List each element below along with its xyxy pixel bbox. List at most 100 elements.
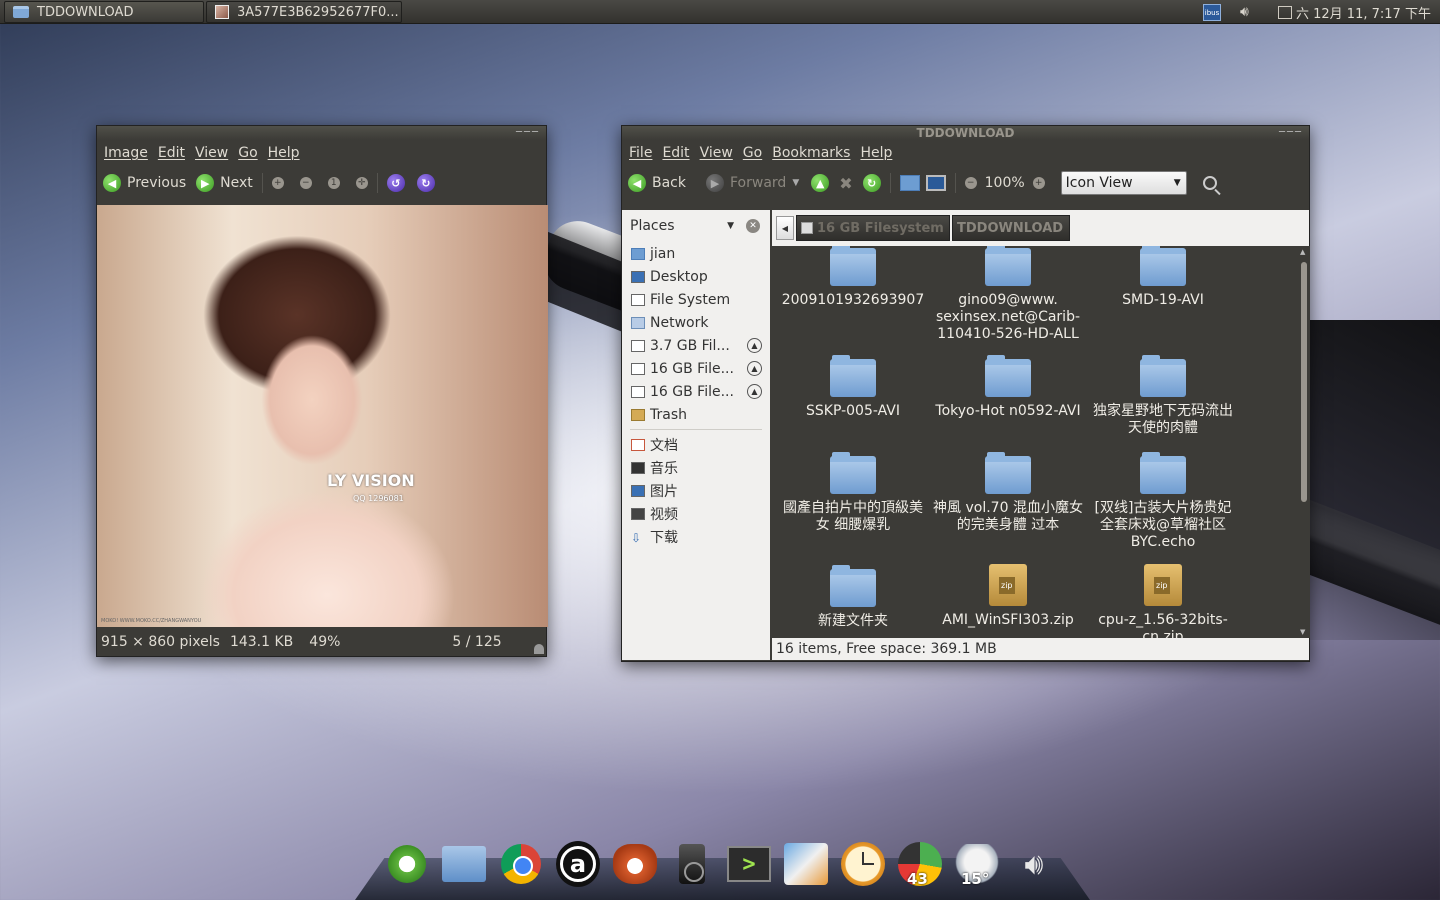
- dock-launcher-weather[interactable]: 15°: [955, 840, 999, 888]
- dock-launcher-clock[interactable]: [841, 840, 885, 888]
- menu-view[interactable]: View: [195, 145, 228, 161]
- dock-launcher-volume[interactable]: 🔊︎: [1012, 840, 1056, 888]
- menu-help[interactable]: Help: [860, 145, 892, 161]
- view-mode-select[interactable]: Icon View: [1060, 171, 1187, 195]
- zoom-out-icon[interactable]: −: [964, 177, 977, 189]
- menu-go[interactable]: Go: [743, 145, 762, 161]
- ibus-indicator[interactable]: ibus: [1203, 0, 1223, 24]
- zoom-normal-icon[interactable]: 1: [327, 177, 340, 189]
- back-button[interactable]: Back: [652, 175, 686, 191]
- titlebar[interactable]: ───: [97, 126, 546, 140]
- up-arrow-icon[interactable]: ▲: [811, 174, 830, 192]
- search-icon[interactable]: [1202, 176, 1217, 190]
- next-button[interactable]: Next: [220, 175, 253, 191]
- dock-launcher-a[interactable]: a: [556, 840, 600, 888]
- dock-launcher-speaker[interactable]: [670, 840, 714, 888]
- close-icon[interactable]: ✕: [746, 219, 760, 233]
- stop-icon[interactable]: ✖: [839, 174, 852, 193]
- computer-icon[interactable]: [925, 175, 946, 191]
- folder-item[interactable]: 國產自拍片中的頂級美女 细腰爆乳: [778, 452, 928, 534]
- folder-item[interactable]: SMD-19-AVI: [1088, 246, 1238, 309]
- menu-go[interactable]: Go: [238, 145, 257, 161]
- taskbar-item-file-manager[interactable]: TDDOWNLOAD: [4, 1, 204, 23]
- titlebar[interactable]: TDDOWNLOAD ───: [622, 126, 1309, 140]
- sidebar-item-desktop[interactable]: Desktop: [622, 265, 770, 288]
- menu-bookmarks[interactable]: Bookmarks: [772, 145, 850, 161]
- folder-item[interactable]: 神風 vol.70 混血小魔女的完美身體 过本: [933, 452, 1083, 534]
- image-filesize: 143.1 KB: [229, 634, 294, 650]
- dock-launcher-home[interactable]: [442, 840, 486, 888]
- dock-launcher-ubuntu-one[interactable]: [385, 840, 429, 888]
- image-viewer-window: ─── Image Edit View Go Help ◀ Previous ▶…: [96, 125, 548, 657]
- back-arrow-icon[interactable]: ◀: [628, 174, 646, 192]
- eject-icon[interactable]: ▲: [747, 338, 762, 353]
- zoom-fit-icon[interactable]: ✛: [355, 177, 368, 189]
- sidebar-item-downloads[interactable]: ⇩ 下载: [622, 525, 770, 548]
- folder-item[interactable]: [双线]古装大片杨贵妃全套床戏@草榴社区BYC.echo: [1088, 452, 1238, 551]
- menu-file[interactable]: File: [629, 145, 652, 161]
- window-controls[interactable]: ───: [1279, 126, 1303, 140]
- next-arrow-icon[interactable]: ▶: [196, 174, 215, 192]
- path-scroll-left-button[interactable]: ◀: [776, 216, 794, 240]
- dock-launcher-firefox[interactable]: [613, 840, 657, 888]
- sidebar-title[interactable]: Places: [630, 218, 675, 234]
- sidebar-item-home[interactable]: jian: [622, 242, 770, 265]
- folder-item[interactable]: 2009101932693907: [778, 246, 928, 309]
- path-button-filesystem[interactable]: 16 GB Filesystem: [796, 215, 950, 241]
- chevron-down-icon[interactable]: ▼: [727, 221, 734, 231]
- folder-item[interactable]: 新建文件夹: [778, 565, 928, 630]
- scrollbar-thumb[interactable]: [1301, 262, 1307, 502]
- menu-edit[interactable]: Edit: [662, 145, 689, 161]
- sidebar-item-pictures[interactable]: 图片: [622, 479, 770, 502]
- resize-grip[interactable]: [534, 644, 544, 654]
- window-controls[interactable]: ───: [516, 126, 540, 140]
- sidebar-item-music[interactable]: 音乐: [622, 456, 770, 479]
- folder-item[interactable]: gino09@www. sexinsex.net@Carib-110410-52…: [933, 246, 1083, 343]
- zoom-in-icon[interactable]: +: [1032, 177, 1045, 189]
- rotate-left-icon[interactable]: ↺: [386, 174, 405, 192]
- zip-file-item[interactable]: AMI_WinSFI303.zip: [933, 564, 1083, 629]
- previous-button[interactable]: Previous: [127, 175, 186, 191]
- sidebar-item-filesystem[interactable]: File System: [622, 288, 770, 311]
- scroll-up-arrow-icon[interactable]: ▲: [1300, 248, 1305, 256]
- zoom-out-icon[interactable]: −: [299, 177, 312, 189]
- menu-image[interactable]: Image: [104, 145, 148, 161]
- zoom-in-icon[interactable]: +: [271, 177, 284, 189]
- dock-launcher-terminal[interactable]: >: [727, 840, 771, 888]
- eject-icon[interactable]: ▲: [747, 384, 762, 399]
- scroll-down-arrow-icon[interactable]: ▼: [1300, 628, 1305, 636]
- path-button-current[interactable]: TDDOWNLOAD: [952, 215, 1070, 241]
- forward-button[interactable]: Forward: [730, 175, 786, 191]
- sidebar-item-volume[interactable]: 16 GB File... ▲: [622, 357, 770, 380]
- zip-file-item[interactable]: cpu-z_1.56-32bits-cn.zip: [1088, 564, 1238, 638]
- sidebar-item-network[interactable]: Network: [622, 311, 770, 334]
- forward-arrow-icon[interactable]: ▶: [706, 174, 724, 192]
- home-icon[interactable]: [899, 175, 920, 191]
- taskbar-item-image-viewer[interactable]: 3A577E3B62952677F0...: [206, 1, 402, 23]
- clock-indicator[interactable]: 六 12月 11, 7:17 下午: [1278, 0, 1431, 24]
- sidebar-item-documents[interactable]: 文档: [622, 433, 770, 456]
- zoom-level[interactable]: 100%: [985, 175, 1025, 191]
- folder-item[interactable]: SSKP-005-AVI: [778, 355, 928, 420]
- sidebar-item-trash[interactable]: Trash: [622, 403, 770, 426]
- rotate-right-icon[interactable]: ↻: [416, 174, 435, 192]
- zip-archive-icon: [1144, 564, 1182, 606]
- sidebar-item-volume[interactable]: 3.7 GB Fil... ▲: [622, 334, 770, 357]
- menu-help[interactable]: Help: [268, 145, 300, 161]
- sidebar-item-volume[interactable]: 16 GB File... ▲: [622, 380, 770, 403]
- dock-launcher-chrome[interactable]: [499, 840, 543, 888]
- sidebar-item-videos[interactable]: 视频: [622, 502, 770, 525]
- reload-icon[interactable]: ↻: [862, 174, 881, 192]
- volume-indicator[interactable]: 🔊︎: [1240, 0, 1249, 24]
- folder-item[interactable]: 独家星野地下无码流出天使的肉體: [1088, 355, 1238, 437]
- menu-edit[interactable]: Edit: [158, 145, 185, 161]
- folder-icon: [830, 452, 876, 494]
- folder-item[interactable]: Tokyo-Hot n0592-AVI: [933, 355, 1083, 420]
- vertical-scrollbar[interactable]: ▲ ▼: [1298, 246, 1310, 638]
- chevron-down-icon[interactable]: ▼: [792, 178, 799, 188]
- dock-launcher-paint[interactable]: [784, 840, 828, 888]
- previous-arrow-icon[interactable]: ◀: [103, 174, 121, 192]
- menu-view[interactable]: View: [700, 145, 733, 161]
- dock-launcher-system-monitor[interactable]: 43: [898, 840, 942, 888]
- eject-icon[interactable]: ▲: [747, 361, 762, 376]
